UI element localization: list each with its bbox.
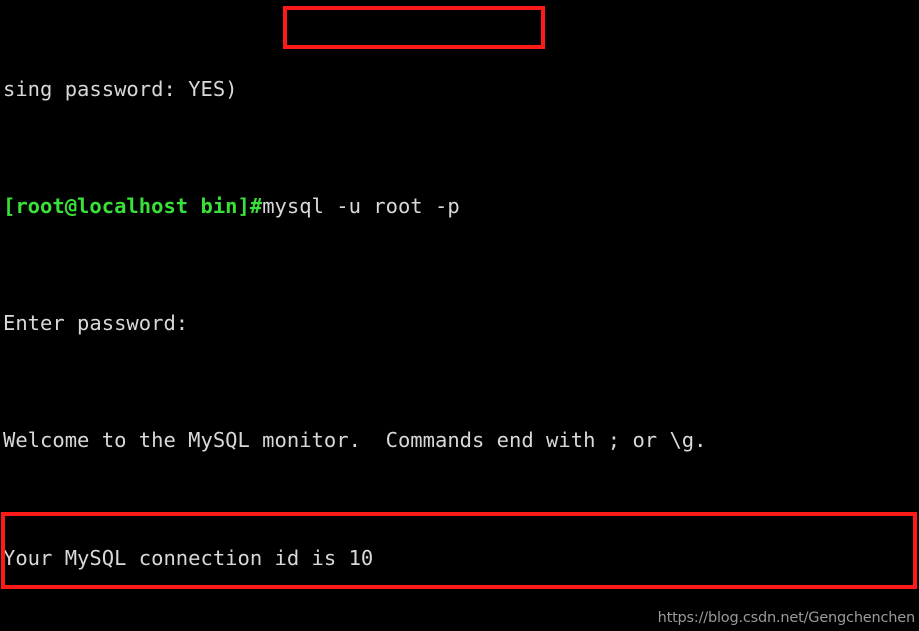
terminal-line-enter-password: Enter password: (3, 311, 189, 336)
terminal-line-clipped-using-password: sing password: YES) (3, 76, 238, 101)
terminal-window[interactable]: sing password: YES) [root@localhost bin]… (0, 0, 919, 631)
terminal-line-welcome: Welcome to the MySQL monitor. Commands e… (3, 428, 707, 453)
blog-watermark: https://blog.csdn.net/Gengchenchen (657, 610, 916, 626)
terminal-line-prompt-command: [root@localhost bin]#mysql -u root -p (3, 192, 919, 221)
terminal-line-connection-id: Your MySQL connection id is 10 (3, 545, 374, 570)
shell-prompt: [root@localhost bin] (3, 194, 250, 219)
terminal-output: sing password: YES) [root@localhost bin]… (3, 0, 919, 631)
shell-command-mysql-login: mysql -u root -p (262, 194, 460, 219)
prompt-symbol: # (249, 194, 263, 219)
